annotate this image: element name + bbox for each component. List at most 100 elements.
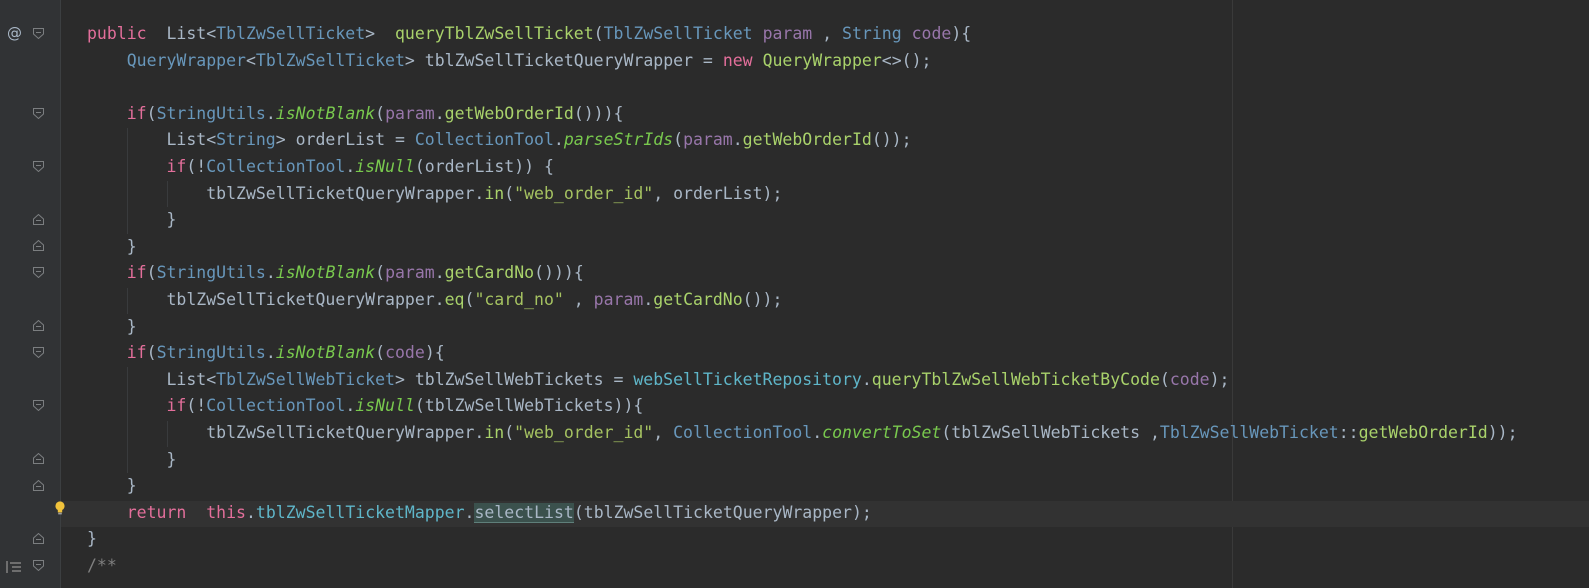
code-token: } xyxy=(87,236,137,256)
code-line[interactable]: if(StringUtils.isNotBlank(code){ xyxy=(87,340,1518,367)
code-token: . xyxy=(245,502,256,522)
code-line[interactable]: List<String> orderList = CollectionTool.… xyxy=(87,127,1518,154)
code-token: (tblZwSellWebTickets)){ xyxy=(414,396,644,416)
code-line[interactable]: /** xyxy=(87,553,1518,580)
fold-marker-icon[interactable] xyxy=(33,240,44,251)
code-token: getCardNo xyxy=(653,289,743,309)
code-token: ( xyxy=(504,183,515,203)
code-line[interactable]: QueryWrapper<TblZwSellTicket> tblZwSellT… xyxy=(87,48,1518,75)
code-token: ())){ xyxy=(573,103,624,123)
code-token: . xyxy=(861,369,872,389)
code-line[interactable]: } xyxy=(87,447,1518,474)
code-line[interactable]: } xyxy=(87,207,1518,234)
code-token: webSellTicketRepository xyxy=(633,369,862,389)
code-line[interactable]: if(StringUtils.isNotBlank(param.getWebOr… xyxy=(87,101,1518,128)
code-token: List< xyxy=(87,130,217,150)
code-token: CollectionTool xyxy=(206,156,346,176)
code-line[interactable]: if(!CollectionTool.isNull(tblZwSellWebTi… xyxy=(87,393,1518,420)
fold-marker-icon[interactable] xyxy=(33,400,44,411)
code-token: if xyxy=(166,156,187,176)
code-token: StringUtils xyxy=(156,103,266,123)
code-token: . xyxy=(345,156,356,176)
code-token: getWebOrderId xyxy=(1358,422,1488,442)
code-token: param xyxy=(593,289,644,309)
fold-marker-icon[interactable] xyxy=(33,533,44,544)
code-token: ( xyxy=(375,343,386,363)
code-line[interactable]: } xyxy=(87,526,1518,553)
code-token: "web_order_id" xyxy=(514,183,654,203)
highlighted-token: selectList xyxy=(474,502,574,523)
code-token: ( xyxy=(146,263,157,283)
fold-marker-icon[interactable] xyxy=(33,108,44,119)
code-line[interactable]: } xyxy=(87,234,1518,261)
code-text[interactable]: public List<TblZwSellTicket> queryTblZwS… xyxy=(87,21,1518,579)
code-token: , xyxy=(563,289,594,309)
fold-marker-icon[interactable] xyxy=(33,560,44,571)
code-token: this xyxy=(206,502,246,522)
code-token: param xyxy=(385,103,435,123)
code-line[interactable]: tblZwSellTicketQueryWrapper.in("web_orde… xyxy=(87,181,1518,208)
code-token: getWebOrderId xyxy=(444,103,574,123)
code-token: . xyxy=(265,103,276,123)
fold-marker-icon[interactable] xyxy=(33,267,44,278)
fold-marker-icon[interactable] xyxy=(33,347,44,358)
code-token: (tblZwSellWebTickets , xyxy=(941,422,1160,442)
code-token: (orderList)) { xyxy=(414,156,554,176)
code-token: . xyxy=(643,289,654,309)
fold-marker-icon[interactable] xyxy=(33,161,44,172)
lightbulb-icon[interactable] xyxy=(54,500,66,521)
code-token: ( xyxy=(464,289,475,309)
code-token: CollectionTool xyxy=(206,396,346,416)
code-token: param xyxy=(762,24,813,43)
code-line[interactable]: } xyxy=(87,473,1518,500)
code-line[interactable]: if(!CollectionTool.isNull(orderList)) { xyxy=(87,154,1518,181)
code-token: if xyxy=(126,103,147,123)
code-token: TblZwSellTicket xyxy=(255,50,405,70)
code-token: )); xyxy=(1487,422,1518,442)
code-token: convertToSet xyxy=(822,422,942,442)
fold-marker-icon[interactable] xyxy=(33,320,44,331)
fold-marker-icon[interactable] xyxy=(33,214,44,225)
editor-gutter[interactable] xyxy=(0,0,60,588)
code-token: code xyxy=(911,24,952,43)
code-token: code xyxy=(385,343,425,363)
code-token: } xyxy=(87,529,97,549)
code-token: ( xyxy=(375,263,386,283)
code-line[interactable]: } xyxy=(87,314,1518,341)
code-token: List< xyxy=(166,24,217,43)
code-editor[interactable]: @ public List<TblZwSellTicket> queryTblZ… xyxy=(0,0,1589,588)
code-line[interactable]: tblZwSellTicketQueryWrapper.eq("card_no"… xyxy=(87,287,1518,314)
code-line[interactable]: if(StringUtils.isNotBlank(param.getCardN… xyxy=(87,260,1518,287)
fold-marker-icon[interactable] xyxy=(33,28,44,39)
code-line[interactable]: public List<TblZwSellTicket> queryTblZwS… xyxy=(87,21,1518,48)
code-token: in xyxy=(484,422,505,442)
code-token: , xyxy=(812,24,843,43)
code-token: StringUtils xyxy=(156,263,266,283)
code-token: isNull xyxy=(355,396,415,416)
code-token: TblZwSellWebTicket xyxy=(216,369,395,389)
code-token: ( xyxy=(1159,369,1170,389)
code-token: eq xyxy=(444,289,465,309)
code-token: public xyxy=(87,24,147,43)
code-token: > xyxy=(365,24,395,43)
code-token: (tblZwSellTicketQueryWrapper); xyxy=(573,502,872,522)
code-token: getWebOrderId xyxy=(742,130,872,150)
code-line[interactable]: tblZwSellTicketQueryWrapper.in("web_orde… xyxy=(87,420,1518,447)
fold-marker-icon[interactable] xyxy=(33,453,44,464)
code-token: CollectionTool xyxy=(414,130,554,150)
code-token: param xyxy=(683,130,733,150)
code-token: ( xyxy=(146,343,157,363)
code-token: ( xyxy=(375,103,386,123)
structure-icon[interactable] xyxy=(6,560,22,579)
code-line[interactable] xyxy=(87,74,1518,101)
override-marker-icon[interactable]: @ xyxy=(7,24,22,42)
code-line[interactable]: return this.tblZwSellTicketMapper.select… xyxy=(87,500,1518,527)
code-line[interactable]: List<TblZwSellWebTicket> tblZwSellWebTic… xyxy=(87,367,1518,394)
fold-marker-icon[interactable] xyxy=(33,480,44,491)
